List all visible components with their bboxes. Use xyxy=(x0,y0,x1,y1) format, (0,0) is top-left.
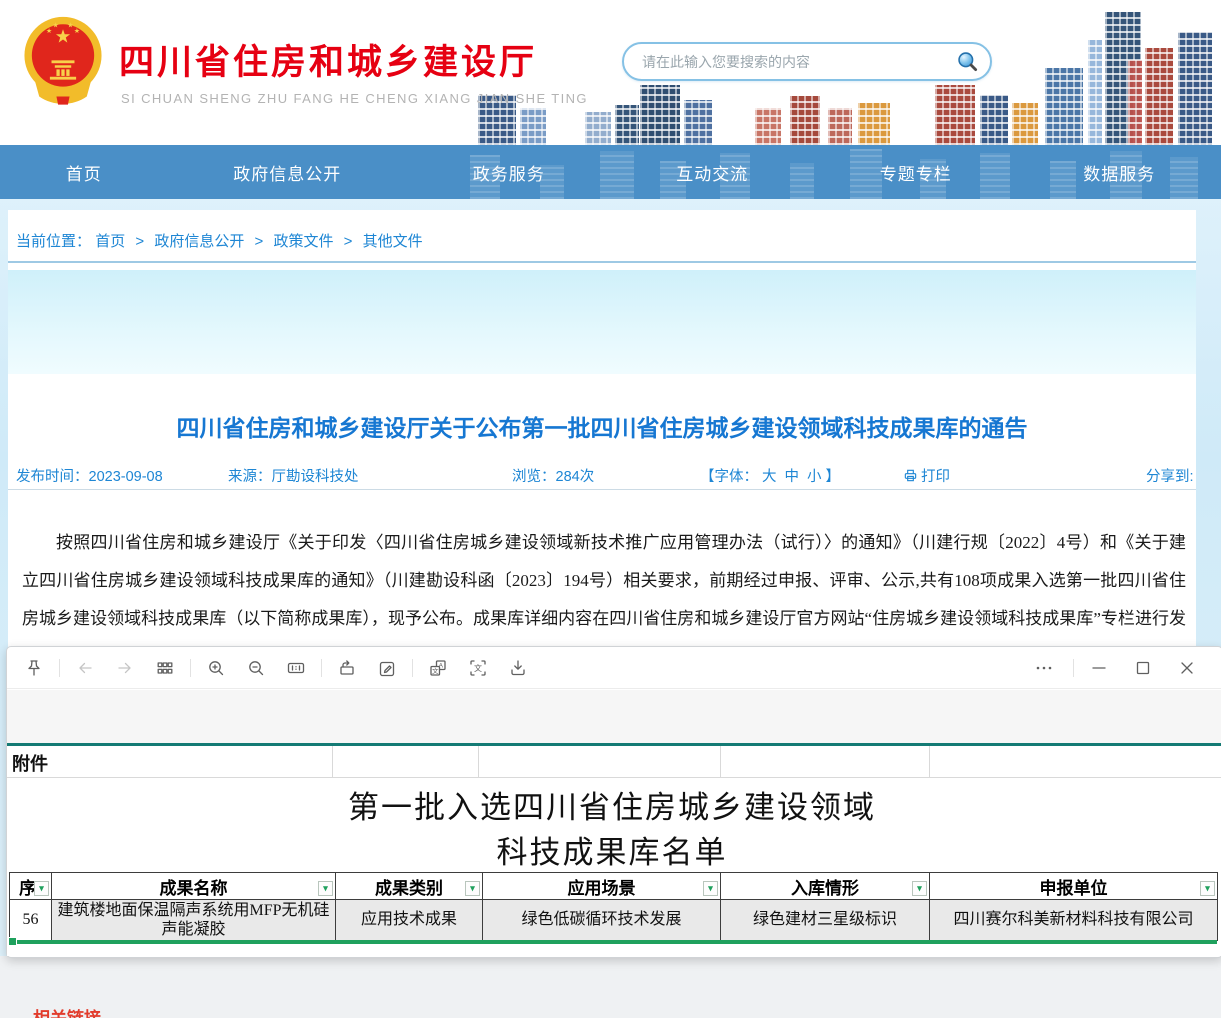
printer-icon xyxy=(903,468,918,483)
edit-icon[interactable] xyxy=(370,653,404,683)
filter-icon[interactable]: ▾ xyxy=(465,881,480,896)
window-controls xyxy=(1027,653,1221,683)
filter-icon[interactable]: ▾ xyxy=(318,881,333,896)
related-links-heading: 相关链接 xyxy=(33,1004,101,1018)
table-row: 56 建筑楼地面保温隔声系统用MFP无机硅声能凝胶 应用技术成果 绿色低碳循环技… xyxy=(10,900,1218,941)
more-icon[interactable] xyxy=(1027,653,1061,683)
cell-name[interactable]: 建筑楼地面保温隔声系统用MFP无机硅声能凝胶 xyxy=(52,900,336,941)
font-size-control: 【字体：大中小】 xyxy=(700,465,840,486)
cell-seq[interactable]: 56 xyxy=(10,900,52,941)
breadcrumb-separator: > xyxy=(255,233,264,250)
cell-applicant[interactable]: 四川赛尔科美新材料科技有限公司 xyxy=(930,900,1218,941)
breadcrumb-separator: > xyxy=(344,233,353,250)
column-header-situation[interactable]: 入库情形▾ xyxy=(721,873,930,900)
column-header-scenario[interactable]: 应用场景▾ xyxy=(483,873,721,900)
thumbnails-icon[interactable] xyxy=(148,653,182,683)
cell-category[interactable]: 应用技术成果 xyxy=(336,900,483,941)
document-meta-box xyxy=(8,270,1196,374)
breadcrumb-policy-docs[interactable]: 政策文件 xyxy=(273,233,333,250)
nav-item-data-services[interactable]: 数据服务 xyxy=(1083,160,1155,185)
article-source: 来源：厅勘设科技处 xyxy=(228,465,359,486)
breadcrumb-other-docs[interactable]: 其他文件 xyxy=(363,233,423,250)
footer-band xyxy=(0,956,1221,1018)
translate-icon[interactable]: A文 xyxy=(421,653,455,683)
site-title: 四川省住房和城乡建设厅 xyxy=(119,34,537,85)
cell-scenario[interactable]: 绿色低碳循环技术发展 xyxy=(483,900,721,941)
share-button[interactable]: 分享到: xyxy=(1146,465,1194,486)
close-icon[interactable] xyxy=(1170,653,1204,683)
main-nav: 首页 政府信息公开 政务服务 互动交流 专题专栏 数据服务 xyxy=(0,145,1221,199)
svg-text:文: 文 xyxy=(474,663,482,673)
nav-item-gov-info[interactable]: 政府信息公开 xyxy=(233,160,341,185)
filter-icon[interactable]: ▾ xyxy=(912,881,927,896)
breadcrumb-gov-info[interactable]: 政府信息公开 xyxy=(154,233,244,250)
site-header: 四川省住房和城乡建设厅 SI CHUAN SHENG ZHU FANG HE C… xyxy=(0,0,1221,145)
minimize-icon[interactable] xyxy=(1082,653,1116,683)
document-viewer-window: A文 文 附件 第一批入选四川省住房城乡建设领域 科技成果库名单 xyxy=(6,646,1221,958)
zoom-in-icon[interactable] xyxy=(199,653,233,683)
breadcrumb-home[interactable]: 首页 xyxy=(95,233,125,250)
toolbar-divider xyxy=(412,659,413,677)
pin-icon[interactable] xyxy=(17,653,51,683)
filter-icon[interactable]: ▾ xyxy=(703,881,718,896)
actual-size-icon[interactable] xyxy=(279,653,313,683)
svg-text:文: 文 xyxy=(432,666,439,675)
breadcrumb-divider xyxy=(8,261,1196,263)
toolbar-divider xyxy=(59,659,60,677)
breadcrumb-separator: > xyxy=(135,233,144,250)
selection-handle[interactable] xyxy=(8,937,17,946)
article-meta-divider xyxy=(8,489,1196,490)
zoom-out-icon[interactable] xyxy=(239,653,273,683)
toolbar-divider xyxy=(190,659,191,677)
forward-icon[interactable] xyxy=(108,653,142,683)
column-header-applicant[interactable]: 申报单位▾ xyxy=(930,873,1218,900)
column-header-name[interactable]: 成果名称▾ xyxy=(52,873,336,900)
search-input[interactable] xyxy=(640,53,952,71)
download-icon[interactable] xyxy=(501,653,535,683)
selection-border xyxy=(9,940,1217,944)
search-button[interactable] xyxy=(952,50,990,74)
print-button[interactable]: 打印 xyxy=(903,465,950,486)
site-subtitle-pinyin: SI CHUAN SHENG ZHU FANG HE CHENG XIANG J… xyxy=(121,91,588,106)
search-icon xyxy=(956,50,980,74)
rotate-icon[interactable] xyxy=(330,653,364,683)
maximize-icon[interactable] xyxy=(1126,653,1160,683)
filter-icon[interactable]: ▾ xyxy=(1200,881,1215,896)
font-size-large-button[interactable]: 大 xyxy=(762,469,777,485)
breadcrumb-label: 当前位置： xyxy=(16,233,91,250)
cell-situation[interactable]: 绿色建材三星级标识 xyxy=(721,900,930,941)
column-header-seq[interactable]: 序·▾ xyxy=(10,873,52,900)
filter-icon[interactable]: ▾ xyxy=(34,881,49,896)
article-views: 浏览：284次 xyxy=(512,465,594,486)
article-pub-time: 发布时间：2023-09-08 xyxy=(16,465,163,486)
font-size-small-button[interactable]: 小 xyxy=(807,469,822,485)
nav-item-interaction[interactable]: 互动交流 xyxy=(676,160,748,185)
font-size-medium-button[interactable]: 中 xyxy=(785,469,800,485)
sheet-title-line1: 第一批入选四川省住房城乡建设领域 xyxy=(7,782,1217,827)
nav-item-home[interactable]: 首页 xyxy=(66,160,102,185)
viewer-toolbar: A文 文 xyxy=(7,647,1221,689)
page: 四川省住房和城乡建设厅 SI CHUAN SHENG ZHU FANG HE C… xyxy=(0,0,1221,1018)
viewer-margin-area xyxy=(7,690,1221,743)
column-header-category[interactable]: 成果类别▾ xyxy=(336,873,483,900)
nav-item-services[interactable]: 政务服务 xyxy=(473,160,545,185)
table-header-row: 序·▾ 成果名称▾ 成果类别▾ 应用场景▾ 入库情形▾ 申报单位▾ xyxy=(10,873,1218,900)
attachment-label: 附件 xyxy=(12,750,48,776)
search-box[interactable] xyxy=(622,42,992,81)
sheet-title-line2: 科技成果库名单 xyxy=(7,827,1217,872)
results-table: 序·▾ 成果名称▾ 成果类别▾ 应用场景▾ 入库情形▾ 申报单位▾ 56 建筑楼… xyxy=(9,872,1218,941)
breadcrumb: 当前位置： 首页 > 政府信息公开 > 政策文件 > 其他文件 xyxy=(16,230,423,251)
spreadsheet-area: 附件 第一批入选四川省住房城乡建设领域 科技成果库名单 序·▾ 成果名称▾ 成果… xyxy=(7,746,1221,956)
nav-item-special-topics[interactable]: 专题专栏 xyxy=(880,160,952,185)
toolbar-divider xyxy=(1073,659,1074,677)
attachment-row: 附件 xyxy=(7,746,1221,778)
extract-text-icon[interactable]: 文 xyxy=(461,653,495,683)
article-title: 四川省住房和城乡建设厅关于公布第一批四川省住房城乡建设领域科技成果库的通告 xyxy=(8,409,1196,443)
national-emblem-logo[interactable] xyxy=(22,14,104,110)
toolbar-divider xyxy=(321,659,322,677)
back-icon[interactable] xyxy=(68,653,102,683)
